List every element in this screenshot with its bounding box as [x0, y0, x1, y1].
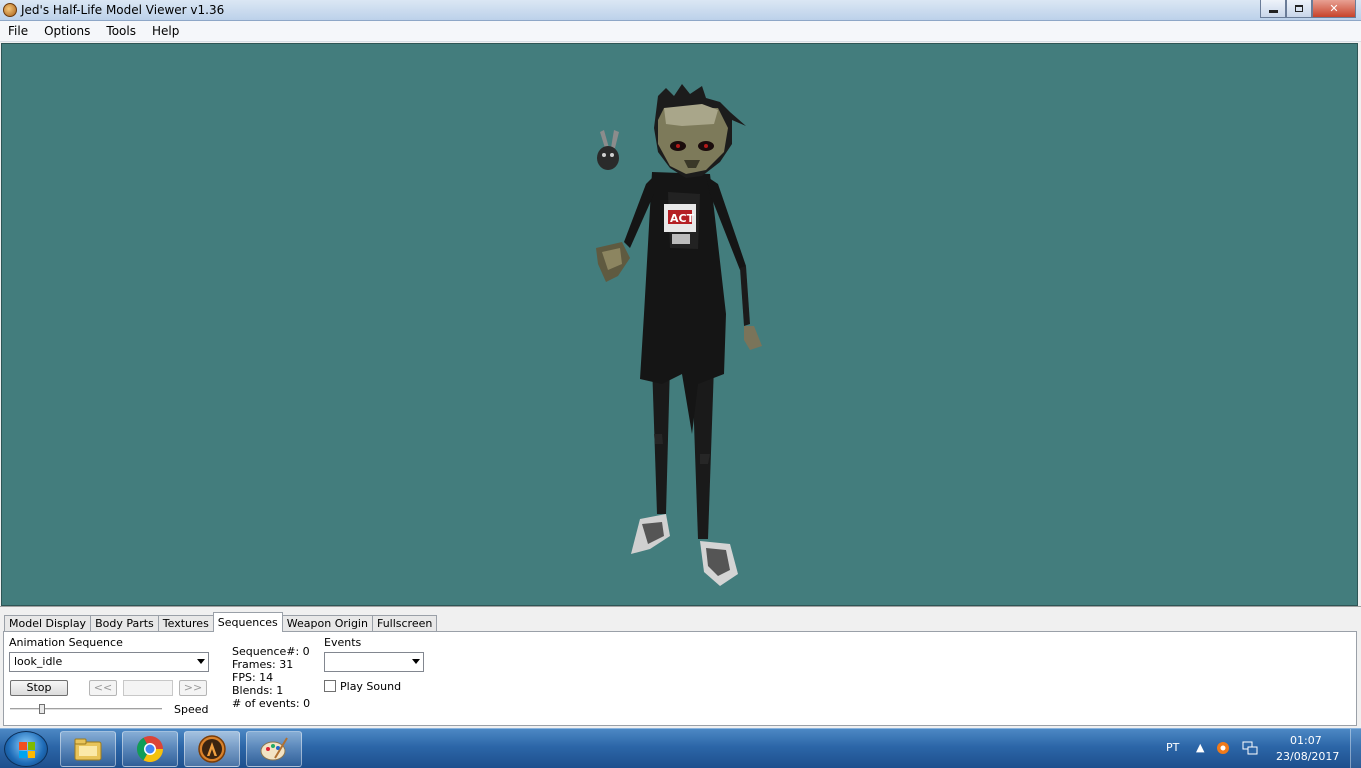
clock-date[interactable]: 23/08/2017 [1276, 750, 1339, 763]
network-icon[interactable] [1242, 741, 1258, 755]
tab-body-parts[interactable]: Body Parts [90, 615, 159, 632]
tab-fullscreen[interactable]: Fullscreen [371, 615, 438, 632]
restore-icon [1295, 5, 1303, 12]
language-indicator[interactable]: PT [1166, 741, 1179, 754]
play-sound-checkbox[interactable] [324, 680, 336, 692]
previous-frame-button[interactable]: << [89, 680, 117, 696]
minimize-icon [1268, 10, 1278, 13]
explorer-icon [74, 738, 102, 761]
chevron-down-icon [412, 659, 420, 664]
close-icon: ✕ [1329, 2, 1339, 15]
show-desktop-button[interactable] [1350, 729, 1361, 768]
start-button[interactable] [4, 731, 48, 767]
control-panel: Model Display Body Parts Textures Sequen… [0, 606, 1361, 728]
chevron-down-icon [197, 659, 205, 664]
head [654, 84, 746, 178]
svg-text:ACT: ACT [670, 212, 695, 225]
title-bar[interactable]: Jed's Half-Life Model Viewer v1.36 ✕ [0, 0, 1361, 21]
animation-sequence-label: Animation Sequence [9, 636, 123, 649]
taskbar-explorer[interactable] [60, 731, 116, 767]
menu-help[interactable]: Help [144, 21, 187, 42]
restore-button[interactable] [1286, 0, 1312, 18]
taskbar: PT ▲ 01:07 23/08/2017 [0, 728, 1361, 768]
tab-strip: Model Display Body Parts Textures Sequen… [4, 612, 438, 632]
app-icon [3, 3, 17, 17]
events-label: Events [324, 636, 362, 649]
close-button[interactable]: ✕ [1312, 0, 1356, 18]
menu-bar: File Options Tools Help [0, 21, 1361, 42]
tab-sequences[interactable]: Sequences [212, 612, 283, 632]
taskbar-paint[interactable] [246, 731, 302, 767]
animation-sequence-dropdown[interactable]: look_idle [9, 652, 209, 672]
events-count: # of events: 0 [232, 697, 311, 710]
sequence-number: Sequence#: 0 [232, 645, 310, 658]
speed-slider-track[interactable] [10, 708, 162, 711]
menu-tools[interactable]: Tools [98, 21, 144, 42]
character-model: ACT [596, 84, 762, 586]
taskbar-half-life[interactable] [184, 731, 240, 767]
tab-model-display[interactable]: Model Display [4, 615, 92, 632]
tab-textures[interactable]: Textures [157, 615, 214, 632]
speed-label: Speed [174, 703, 209, 716]
show-hidden-icons-icon[interactable]: ▲ [1196, 741, 1204, 754]
window-title: Jed's Half-Life Model Viewer v1.36 [21, 3, 225, 17]
speed-slider-thumb[interactable] [39, 704, 46, 714]
tab-weapon-origin[interactable]: Weapon Origin [281, 615, 373, 632]
torso: ACT [640, 172, 726, 434]
menu-file[interactable]: File [0, 21, 36, 42]
window-controls: ✕ [1260, 0, 1356, 18]
avast-icon[interactable] [1216, 741, 1230, 755]
clock-time[interactable]: 01:07 [1290, 734, 1322, 747]
events-dropdown[interactable] [324, 652, 424, 672]
taskbar-chrome[interactable] [122, 731, 178, 767]
menu-options[interactable]: Options [36, 21, 98, 42]
paint-icon [260, 737, 288, 761]
stop-button[interactable]: Stop [10, 680, 68, 696]
blends-value: Blends: 1 [232, 684, 284, 697]
windows-logo-icon [19, 742, 35, 758]
bunny-head-prop [597, 130, 619, 170]
sequences-tab-panel: Animation Sequence look_idle Stop << >> … [3, 631, 1357, 726]
model-viewport[interactable]: ACT [1, 43, 1358, 606]
animation-sequence-value: look_idle [14, 655, 63, 668]
fps-value: FPS: 14 [232, 671, 274, 684]
chrome-icon [136, 736, 164, 763]
minimize-button[interactable] [1260, 0, 1286, 18]
frames-count: Frames: 31 [232, 658, 294, 671]
desktop: Jed's Half-Life Model Viewer v1.36 ✕ Fil… [0, 0, 1361, 768]
legs [652, 364, 714, 539]
frame-input[interactable] [123, 680, 173, 696]
shoes [631, 514, 738, 586]
play-sound-label[interactable]: Play Sound [340, 680, 401, 693]
next-frame-button[interactable]: >> [179, 680, 207, 696]
half-life-icon [198, 735, 226, 763]
